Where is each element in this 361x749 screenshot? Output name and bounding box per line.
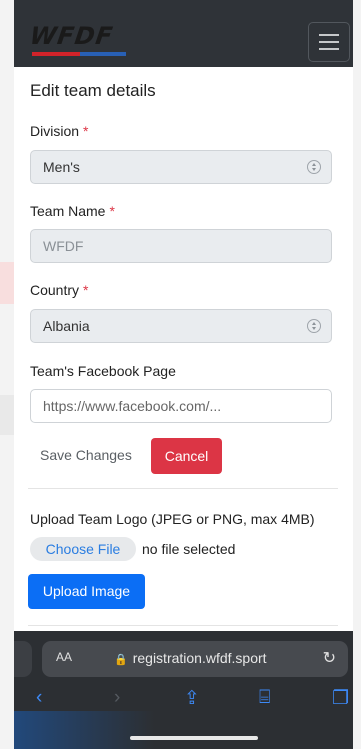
left-gutter — [0, 0, 14, 749]
country-value: Albania — [43, 318, 90, 334]
required-asterisk: * — [109, 203, 115, 219]
safari-toolbar: AA 🔒 registration.wfdf.sport ↻ ‹ › ⇪ ⌸ ❐ — [14, 631, 353, 749]
division-label-text: Division — [30, 123, 80, 139]
select-chevron-icon — [307, 160, 321, 174]
phone-screen: WFDF Edit team details Division * Men's T… — [14, 0, 353, 749]
right-gutter — [353, 0, 361, 749]
upload-image-button[interactable]: Upload Image — [28, 574, 145, 609]
required-asterisk: * — [83, 123, 89, 139]
country-label: Country * — [30, 282, 88, 298]
file-status-text: no file selected — [142, 541, 236, 557]
url-value: registration.wfdf.sport — [132, 650, 267, 666]
choose-file-button[interactable]: Choose File — [30, 537, 136, 561]
site-header: WFDF — [14, 0, 353, 67]
cancel-button[interactable]: Cancel — [151, 438, 222, 474]
background-decoration — [0, 262, 14, 304]
hamburger-icon — [319, 34, 339, 36]
bookmarks-icon[interactable]: ⌸ — [259, 687, 270, 709]
divider — [28, 488, 338, 489]
menu-button[interactable] — [308, 22, 350, 62]
logo-text: WFDF — [28, 22, 116, 50]
page-title: Edit team details — [30, 81, 156, 100]
previous-tab-edge[interactable] — [14, 641, 32, 677]
logo-red-stripe — [32, 52, 80, 56]
team-name-label: Team Name * — [30, 203, 115, 219]
wfdf-logo[interactable]: WFDF — [28, 22, 130, 60]
team-name-label-text: Team Name — [30, 203, 106, 219]
url-text: 🔒 registration.wfdf.sport — [114, 650, 267, 666]
division-value: Men's — [43, 159, 80, 175]
reload-icon[interactable]: ↻ — [323, 648, 336, 668]
required-asterisk: * — [83, 282, 89, 298]
background-decoration — [0, 395, 14, 435]
division-label: Division * — [30, 123, 88, 139]
divider — [28, 625, 338, 626]
country-label-text: Country — [30, 282, 80, 298]
upload-logo-label: Upload Team Logo (JPEG or PNG, max 4MB) — [30, 511, 315, 527]
share-icon[interactable]: ⇪ — [184, 687, 200, 710]
division-select[interactable]: Men's — [30, 150, 332, 184]
facebook-placeholder: https://www.facebook.com/... — [43, 398, 222, 414]
back-icon[interactable]: ‹ — [36, 687, 42, 709]
facebook-label: Team's Facebook Page — [30, 363, 176, 379]
tabs-icon[interactable]: ❐ — [332, 687, 349, 710]
country-select[interactable]: Albania — [30, 309, 332, 343]
forward-icon[interactable]: › — [114, 687, 120, 709]
hamburger-icon — [319, 41, 339, 43]
background-glow — [14, 711, 154, 749]
logo-blue-stripe — [80, 52, 126, 56]
text-size-button[interactable]: AA — [56, 650, 72, 664]
save-changes-button[interactable]: Save Changes — [40, 437, 132, 473]
address-bar[interactable]: AA 🔒 registration.wfdf.sport ↻ — [42, 641, 348, 677]
hamburger-icon — [319, 48, 339, 50]
team-name-input[interactable]: WFDF — [30, 229, 332, 263]
home-indicator — [130, 736, 258, 740]
team-name-value: WFDF — [43, 238, 84, 254]
facebook-input[interactable]: https://www.facebook.com/... — [30, 389, 332, 423]
lock-icon: 🔒 — [114, 654, 128, 666]
select-chevron-icon — [307, 319, 321, 333]
